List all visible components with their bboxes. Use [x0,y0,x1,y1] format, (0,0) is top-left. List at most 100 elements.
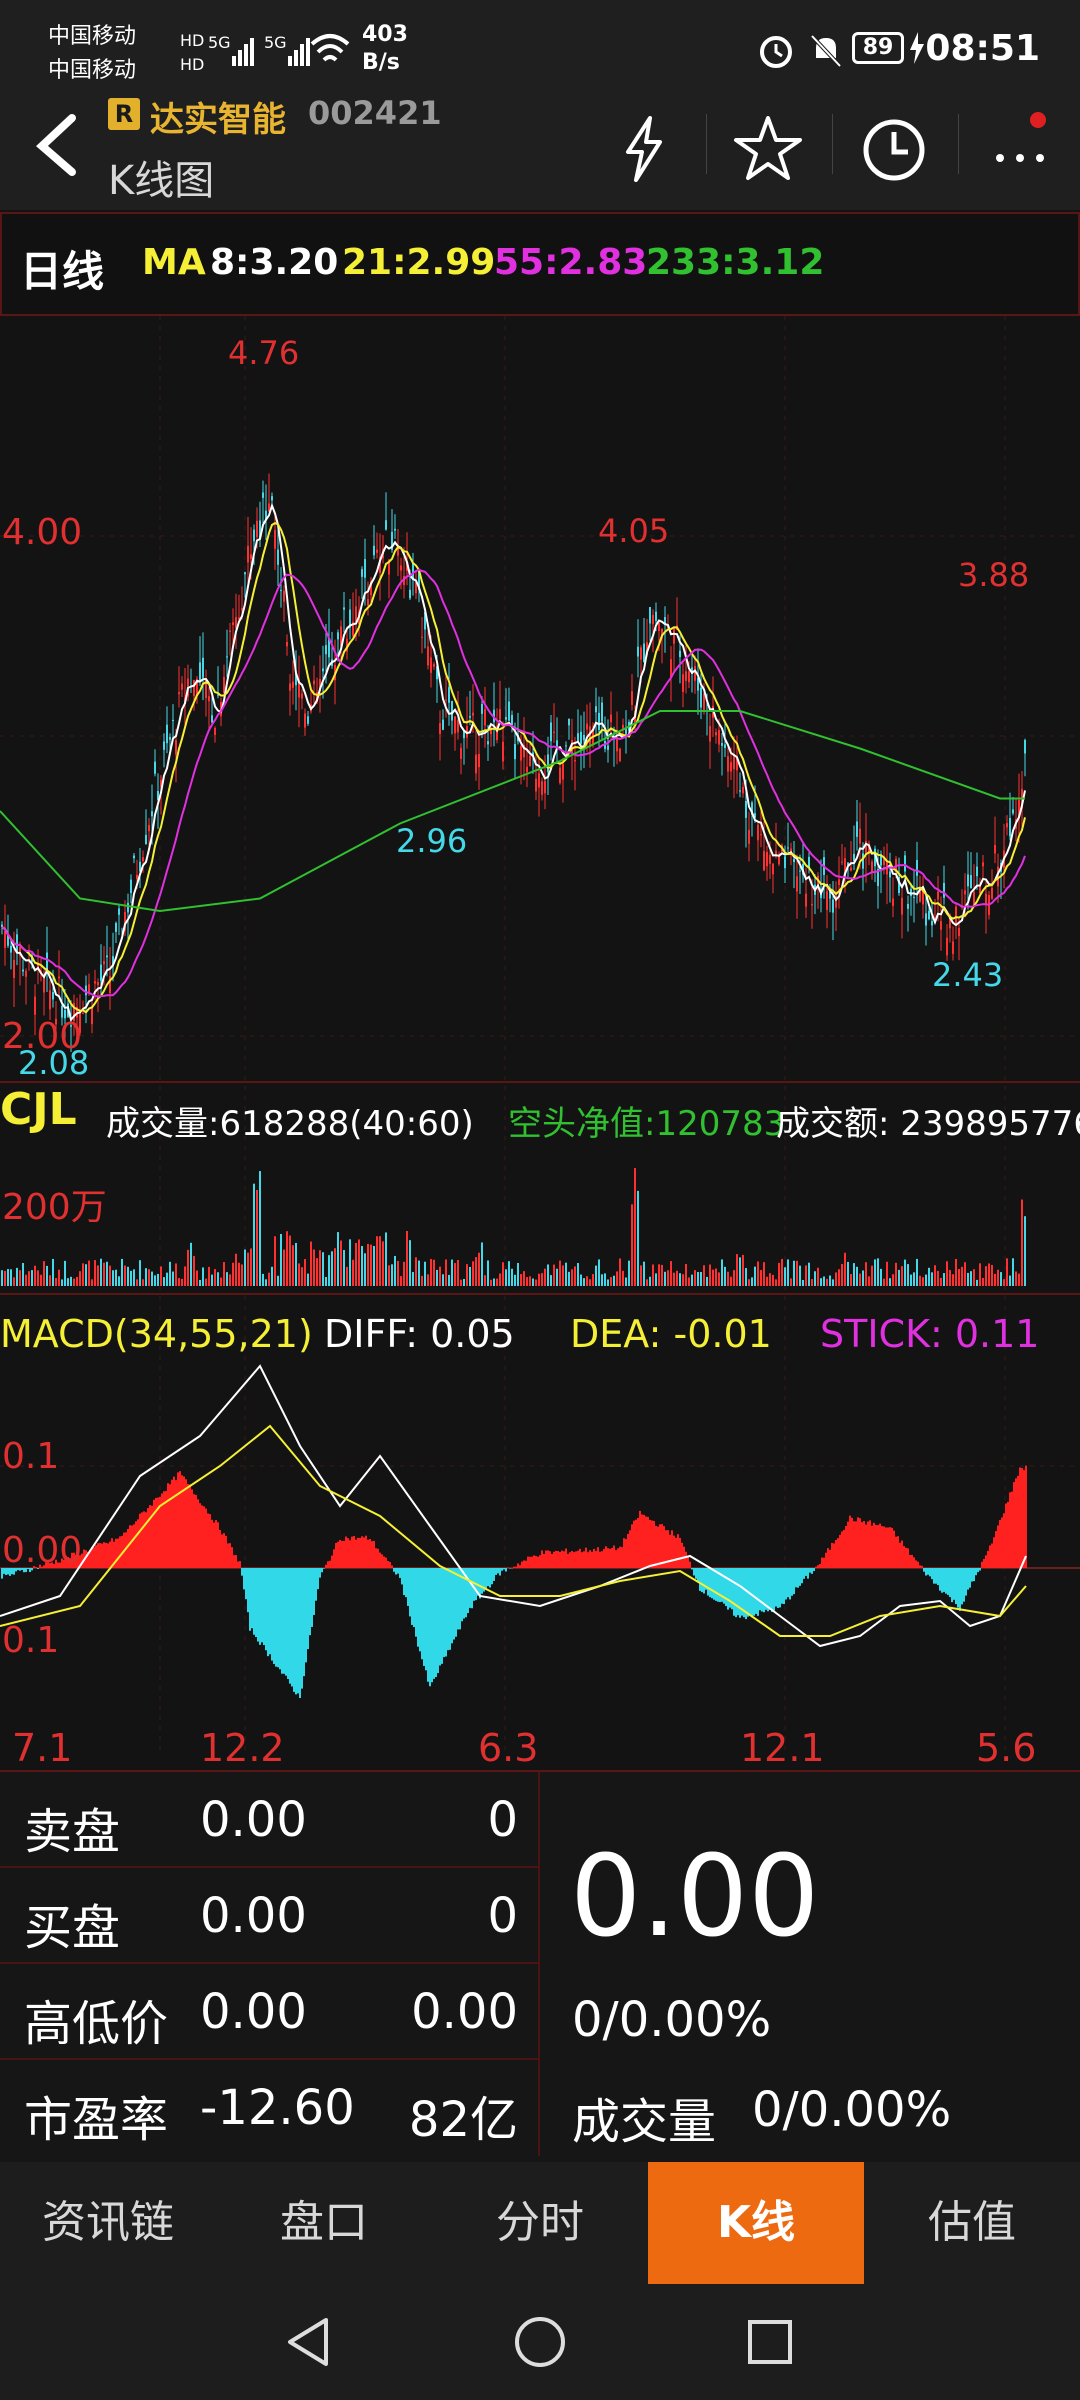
candle-body [511,714,513,726]
volume-bar [169,1261,171,1286]
macd-bar [679,1537,681,1568]
volume-bar [970,1271,972,1286]
candle-body [832,899,834,913]
divider [958,114,959,174]
volume-bar [259,1171,261,1286]
volume-bar [523,1271,525,1286]
macd-bar [243,1568,245,1590]
ma55-value: 55:2.83 [494,242,648,283]
macd-bar [393,1568,395,1572]
star-icon[interactable] [728,108,808,188]
volume-bar [1009,1275,1011,1286]
macd-bar [843,1529,845,1568]
macd-bar [335,1543,337,1568]
volume-bar [112,1270,114,1286]
recents-square-icon[interactable] [740,2312,800,2372]
volume-bar [784,1267,786,1286]
volume-bar [487,1260,489,1286]
volume-bar [409,1240,411,1286]
macd-bar [193,1494,195,1568]
back-triangle-icon[interactable] [280,2312,340,2372]
period-label[interactable]: 日线 [20,238,104,299]
volume-bar [790,1278,792,1286]
macd-bar [527,1556,529,1568]
quote-value-2: 0 [487,1792,518,1848]
macd-bar [837,1538,839,1568]
candle-body [427,646,429,666]
volume-bar [562,1265,564,1286]
status-bar: 中国移动 中国移动 HD HD 5G 5G 403 B/s 89 08:51 [0,0,1080,100]
volume-bar [463,1278,465,1286]
back-arrow-icon[interactable] [28,110,88,180]
macd-bar [937,1568,939,1586]
volume-bar [307,1273,309,1286]
macd-bar [895,1536,897,1568]
tab-kline[interactable]: K线 [648,2162,864,2284]
candle-body [211,715,213,723]
clock-icon[interactable] [854,108,934,188]
macd-bar [179,1471,181,1568]
macd-bar [733,1568,735,1616]
macd-bar [587,1552,589,1568]
macd-bar [965,1568,967,1596]
macd-bar [375,1548,377,1568]
candle-body [1006,823,1008,828]
y-axis-label-high: 4.00 [2,512,83,553]
volume-bar [913,1272,915,1286]
tab-valuation[interactable]: 估值 [864,2162,1080,2284]
tab-intraday[interactable]: 分时 [432,2162,648,2284]
quote-label: 卖盘 [24,1804,121,1860]
tab-order-book[interactable]: 盘口 [216,2162,432,2284]
candle-body [223,676,225,693]
macd-bar [1001,1517,1003,1568]
macd-bar [103,1542,105,1568]
macd-bar [1005,1503,1007,1568]
volume-bar [244,1249,246,1286]
macd-name[interactable]: MACD(34,55,21) [0,1312,313,1356]
tab-news-chain[interactable]: 资讯链 [0,2162,216,2284]
macd-bar [1025,1465,1027,1568]
volume-bar [700,1272,702,1286]
macd-bar [773,1568,775,1611]
volume-bar [802,1279,804,1286]
macd-bar [255,1568,257,1638]
volume-bar [808,1262,810,1286]
volume-bar [181,1278,183,1286]
macd-bar [921,1565,923,1568]
volume-bar [253,1183,255,1286]
macd-bar [265,1568,267,1651]
macd-bar [323,1568,325,1569]
macd-bar [779,1568,781,1608]
macd-bar [101,1543,103,1568]
more-icon[interactable] [980,108,1060,188]
volume-bar [283,1249,285,1286]
macd-bar [789,1568,791,1600]
macd-bar [523,1560,525,1568]
macd-bar [831,1542,833,1568]
candle-body [631,691,633,705]
macd-bar [819,1563,821,1568]
macd-bar [443,1568,445,1658]
macd-bar [515,1566,517,1568]
volume-indicator-name[interactable]: CJL [0,1084,77,1135]
volume-bar [457,1260,459,1286]
kline-svg[interactable] [0,316,1080,1770]
home-circle-icon[interactable] [510,2312,570,2372]
candle-body [307,716,309,724]
macd-bar [725,1568,727,1607]
candle-body [13,959,15,978]
quote-row-pe: 市盈率 -12.60 82亿 [0,2060,540,2156]
macd-bar [577,1550,579,1568]
macd-bar [607,1548,609,1568]
volume-bar [1012,1258,1014,1286]
macd-bar [245,1568,247,1600]
macd-y-bot: 0.1 [2,1620,60,1661]
volume-bar [649,1276,651,1286]
candle-body [859,828,861,844]
volume-bar [331,1251,333,1286]
lightning-icon[interactable] [604,108,684,188]
volume-bar [922,1277,924,1286]
macd-bar [711,1568,713,1599]
macd-bar [619,1546,621,1568]
macd-bar [791,1568,793,1596]
